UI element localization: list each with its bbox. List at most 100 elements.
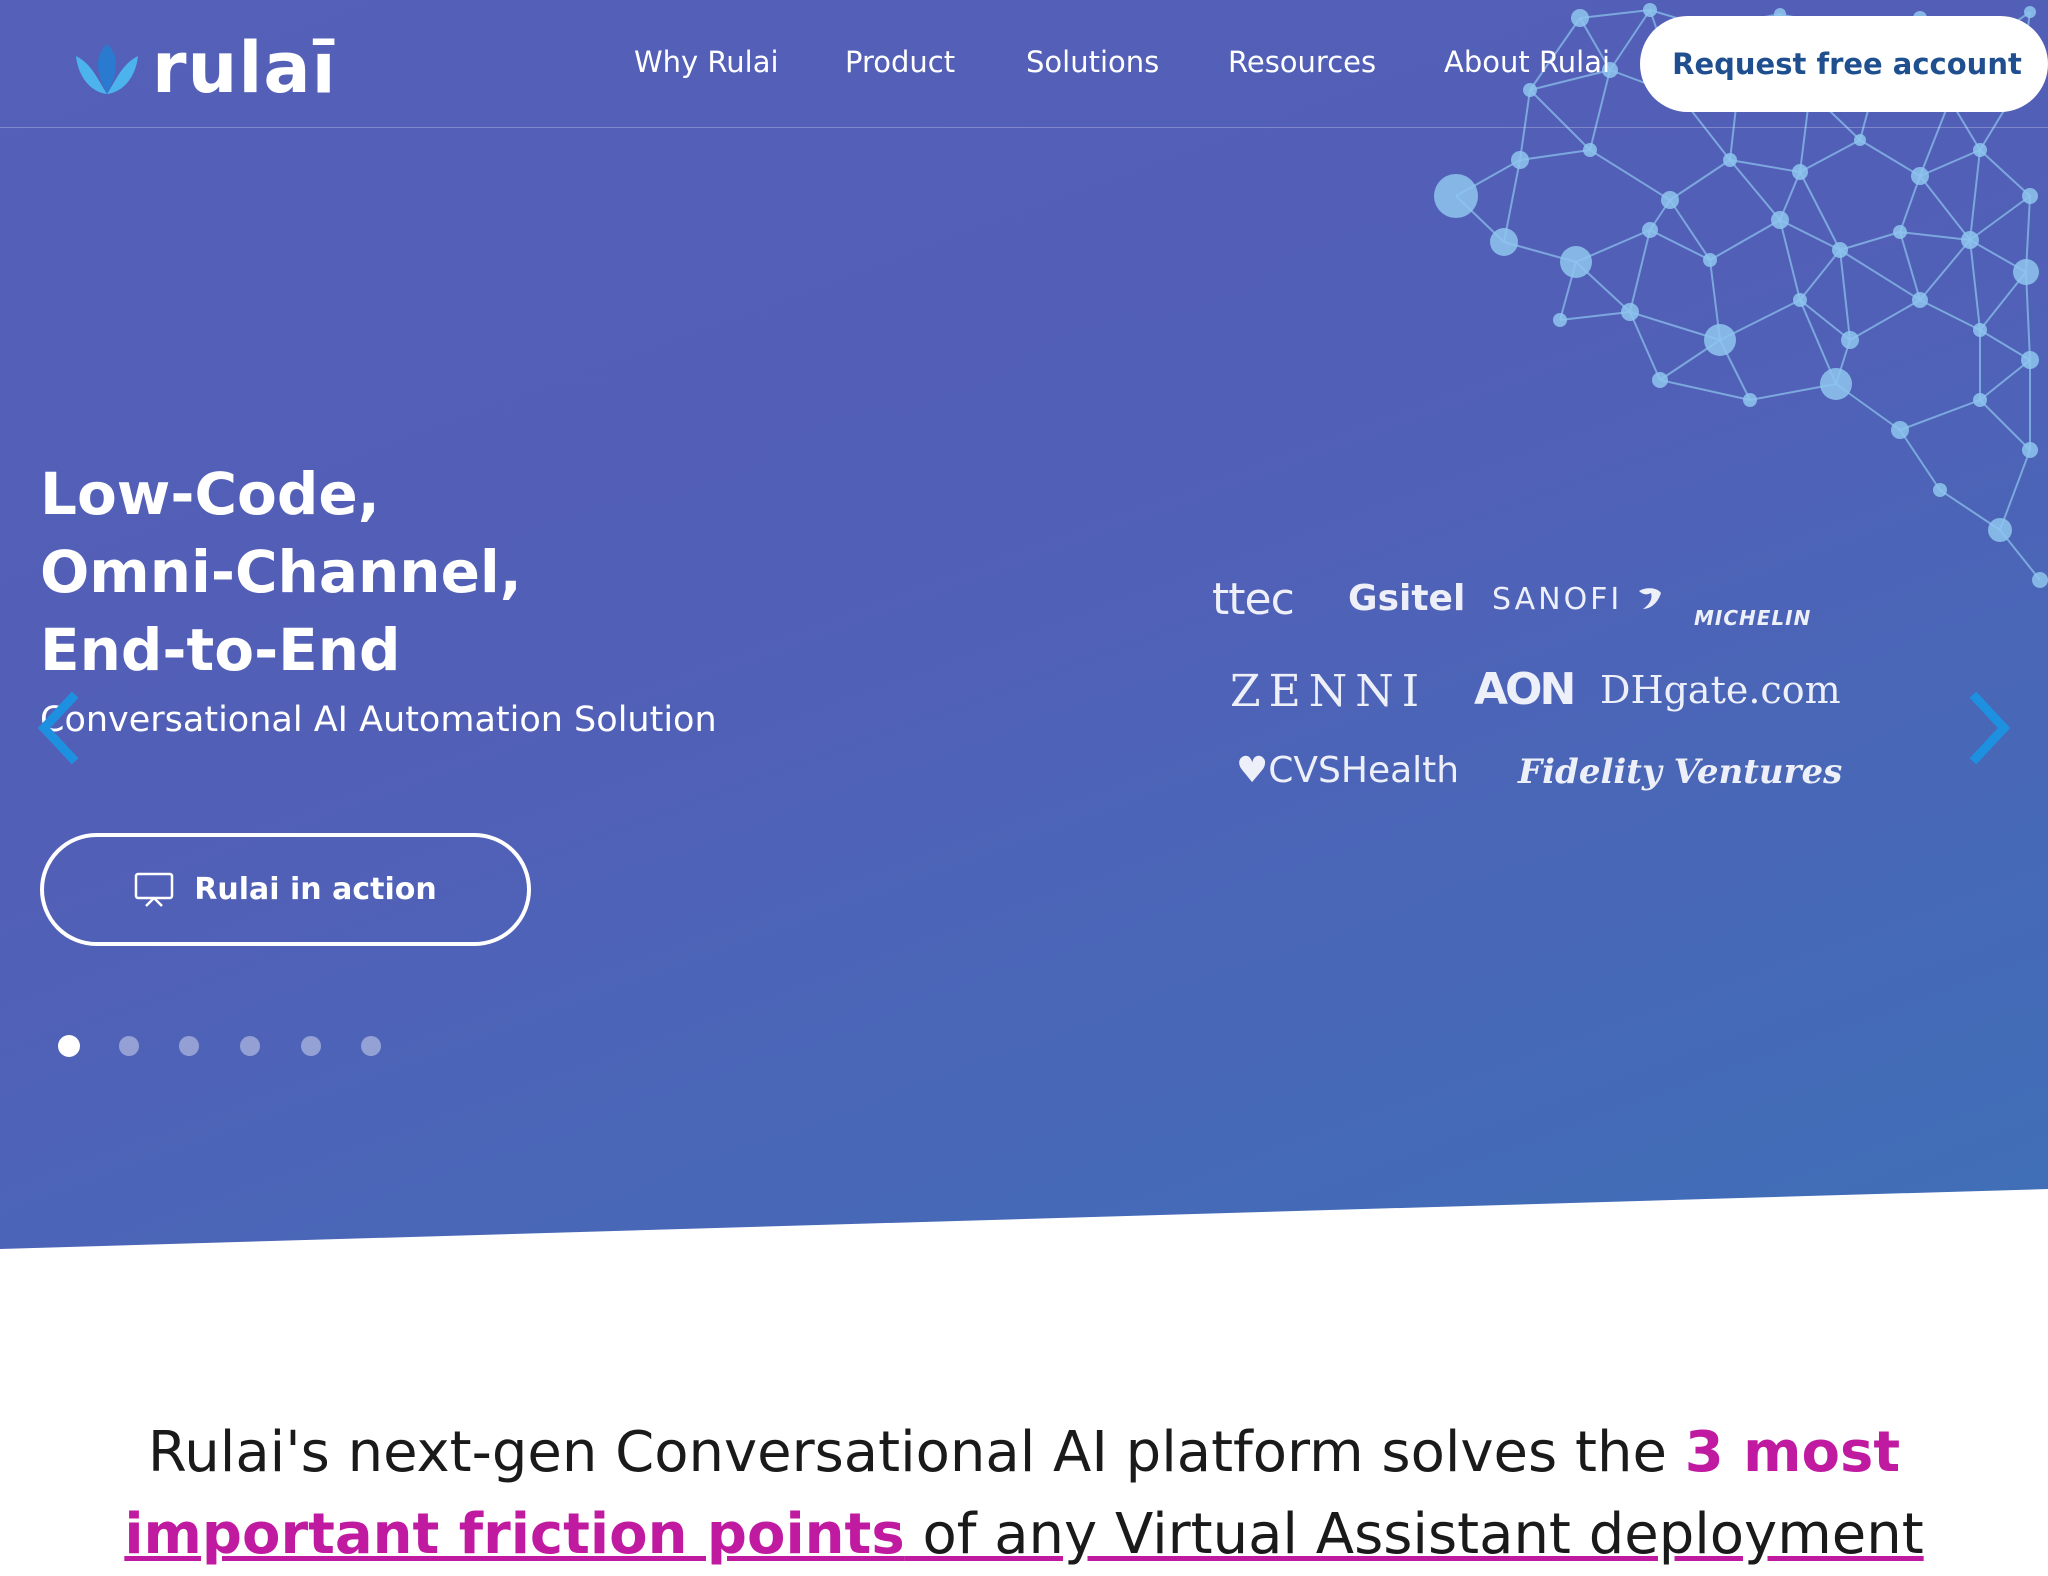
sitel-swirl-icon: G xyxy=(1348,578,1378,619)
network-link xyxy=(1709,219,1781,261)
network-link xyxy=(1999,449,2031,531)
headline-line-2: Omni-Channel, xyxy=(40,538,522,606)
network-node xyxy=(2022,442,2038,458)
carousel-dot-3[interactable] xyxy=(179,1036,199,1056)
carousel-dot-1[interactable] xyxy=(58,1035,80,1057)
network-link xyxy=(1969,239,1981,331)
network-node xyxy=(2022,188,2038,204)
network-link xyxy=(1589,149,1671,201)
logo-cvs-health: ♥CVSHealth xyxy=(1236,750,1460,791)
network-link xyxy=(1969,195,2031,241)
rulai-logo[interactable]: rulaī xyxy=(72,28,337,108)
chevron-right-icon[interactable] xyxy=(1966,688,2014,768)
network-link xyxy=(1839,231,1901,251)
rulai-in-action-label: Rulai in action xyxy=(194,872,437,907)
network-link xyxy=(1779,219,1841,251)
carousel-dot-6[interactable] xyxy=(361,1036,381,1056)
tagline-accent: 3 most xyxy=(1684,1420,1901,1485)
headline-line-1: Low-Code, xyxy=(40,460,380,528)
network-node xyxy=(1793,293,1807,307)
hero-section: rulaī Why Rulai Product Solutions Resour… xyxy=(0,0,2048,1249)
network-link xyxy=(1659,379,1751,401)
network-node xyxy=(1621,303,1639,321)
logo-fidelity-ventures: Fidelity Ventures xyxy=(1518,752,1843,792)
network-node xyxy=(1820,368,1852,400)
carousel-dot-4[interactable] xyxy=(240,1036,260,1056)
network-node xyxy=(1961,231,1979,249)
nav-solutions[interactable]: Solutions xyxy=(1026,40,1159,84)
network-node xyxy=(1553,313,1567,327)
network-link xyxy=(1729,159,1801,173)
network-node xyxy=(2021,351,2039,369)
headline-line-3: End-to-End xyxy=(40,616,401,684)
network-node xyxy=(1912,292,1928,308)
network-node xyxy=(1511,151,1529,169)
tagline-heading: Rulai's next-gen Conversational AI platf… xyxy=(0,1412,2048,1576)
carousel-dot-5[interactable] xyxy=(301,1036,321,1056)
network-node xyxy=(1854,134,1866,146)
network-node xyxy=(1704,324,1736,356)
network-node xyxy=(1841,331,1859,349)
lotus-icon xyxy=(76,44,138,94)
hero-subheadline: Conversational AI Automation Solution xyxy=(40,700,717,740)
network-node xyxy=(1434,174,1478,218)
network-node xyxy=(1832,242,1848,258)
network-link xyxy=(1919,239,1971,301)
network-link xyxy=(1979,399,2031,451)
network-link xyxy=(1669,159,1731,201)
nav-about-rulai[interactable]: About Rulai xyxy=(1444,40,1610,84)
network-link xyxy=(1799,139,1861,173)
tagline-line-1: Rulai's next-gen Conversational AI platf… xyxy=(147,1420,1901,1485)
network-link xyxy=(1779,219,1801,301)
network-link xyxy=(1559,311,1631,321)
network-link xyxy=(1629,229,1651,313)
nav-why-rulai[interactable]: Why Rulai xyxy=(634,40,779,84)
network-link xyxy=(1899,231,1971,241)
network-link xyxy=(1979,149,2031,197)
network-link xyxy=(1839,249,1851,341)
network-link xyxy=(1919,175,1971,241)
network-node xyxy=(1583,143,1597,157)
monitor-icon xyxy=(135,872,174,907)
network-link xyxy=(1629,311,1661,381)
logo-michelin: MICHELIN xyxy=(1694,606,1812,630)
logo-ttec: ttec xyxy=(1212,574,1295,625)
network-node xyxy=(1490,228,1518,256)
carousel-dot-2[interactable] xyxy=(119,1036,139,1056)
logo-aon: AON xyxy=(1474,664,1576,715)
network-node xyxy=(1891,421,1909,439)
nav-resources[interactable]: Resources xyxy=(1228,40,1376,84)
network-node xyxy=(1661,191,1679,209)
network-node xyxy=(1988,518,2012,542)
heart-icon: ♥ xyxy=(1236,750,1269,791)
network-link xyxy=(1799,249,1841,301)
network-node xyxy=(1642,222,1658,238)
network-node xyxy=(1560,246,1592,278)
chevron-left-icon[interactable] xyxy=(34,688,82,768)
network-link xyxy=(1729,159,1781,221)
sanofi-bird-icon xyxy=(1638,588,1661,609)
network-link xyxy=(1519,149,1591,161)
network-node xyxy=(2013,259,2039,285)
network-link xyxy=(1899,399,1981,431)
tagline-line-2: important friction points of any Virtual… xyxy=(124,1502,1924,1567)
rulai-in-action-button[interactable]: Rulai in action xyxy=(40,833,531,946)
nav-product[interactable]: Product xyxy=(845,40,955,84)
logo-sanofi: SANOFI xyxy=(1492,582,1665,617)
network-node xyxy=(1743,393,1757,407)
network-link xyxy=(1849,299,1921,341)
network-node xyxy=(1723,153,1737,167)
hero-headline: Low-Code, Omni-Channel, End-to-End xyxy=(40,455,522,689)
network-node xyxy=(1893,225,1907,239)
logo-zenni: ZENNI xyxy=(1230,666,1428,717)
network-node xyxy=(1792,164,1808,180)
network-node xyxy=(1703,253,1717,267)
logo-sitel: Gsitel xyxy=(1348,578,1466,619)
network-link xyxy=(1969,149,1981,241)
network-node xyxy=(2032,572,2048,588)
network-link xyxy=(1799,171,1841,251)
network-node xyxy=(1933,483,1947,497)
request-free-account-button[interactable]: Request free account xyxy=(1640,16,2048,112)
network-link xyxy=(2025,271,2031,361)
logo-wordmark: rulaī xyxy=(152,27,337,109)
